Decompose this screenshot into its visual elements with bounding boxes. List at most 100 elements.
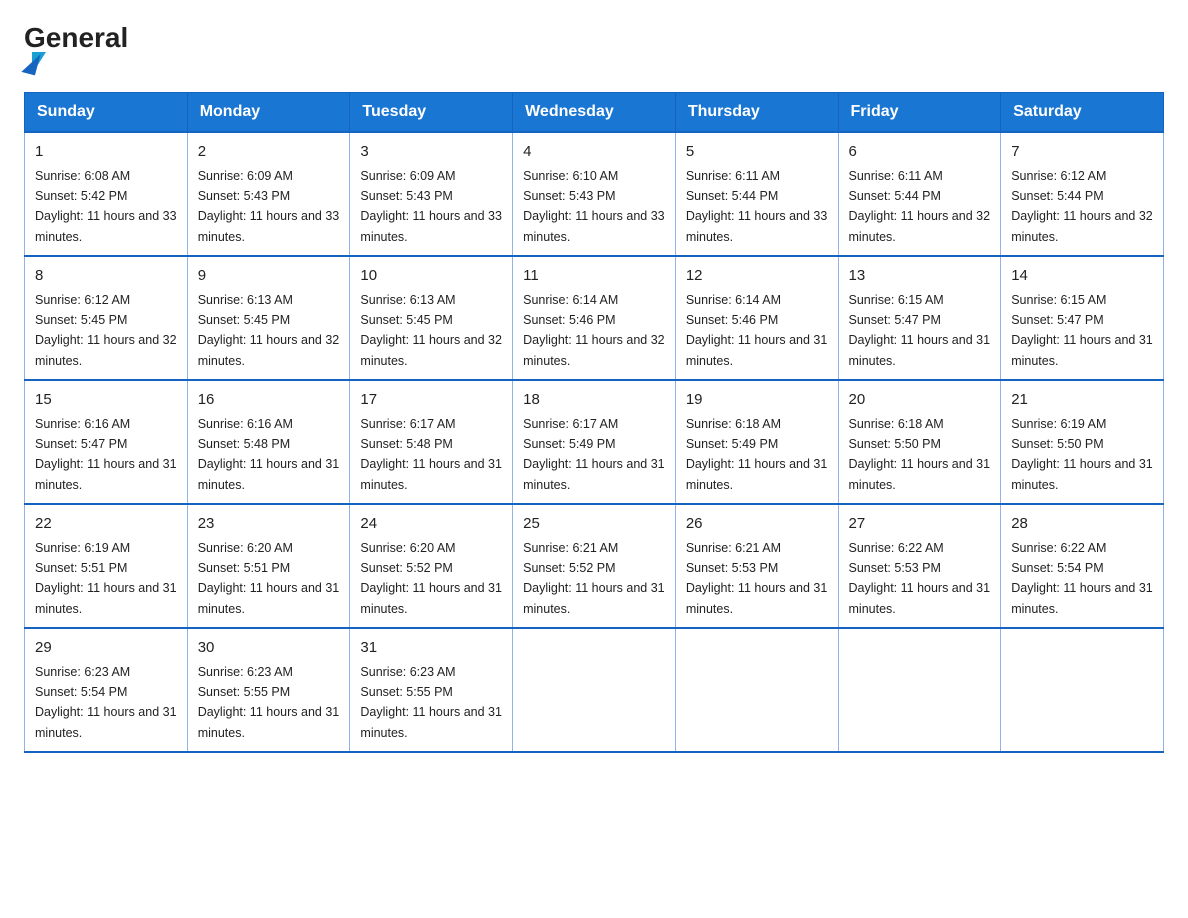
day-number: 21 [1011,389,1153,412]
calendar-cell: 8 Sunrise: 6:12 AMSunset: 5:45 PMDayligh… [25,256,188,380]
day-number: 20 [849,389,991,412]
day-number: 22 [35,513,177,536]
day-number: 8 [35,265,177,288]
day-info: Sunrise: 6:20 AMSunset: 5:52 PMDaylight:… [360,541,502,616]
day-info: Sunrise: 6:10 AMSunset: 5:43 PMDaylight:… [523,169,665,244]
day-info: Sunrise: 6:15 AMSunset: 5:47 PMDaylight:… [849,293,991,368]
calendar-week-row: 15 Sunrise: 6:16 AMSunset: 5:47 PMDaylig… [25,380,1164,504]
day-info: Sunrise: 6:16 AMSunset: 5:48 PMDaylight:… [198,417,340,492]
day-number: 12 [686,265,828,288]
page-header: General [24,24,1164,74]
calendar-week-row: 1 Sunrise: 6:08 AMSunset: 5:42 PMDayligh… [25,132,1164,256]
day-number: 3 [360,141,502,164]
day-number: 13 [849,265,991,288]
day-number: 14 [1011,265,1153,288]
day-number: 4 [523,141,665,164]
calendar-cell: 15 Sunrise: 6:16 AMSunset: 5:47 PMDaylig… [25,380,188,504]
calendar-cell: 13 Sunrise: 6:15 AMSunset: 5:47 PMDaylig… [838,256,1001,380]
day-number: 23 [198,513,340,536]
day-info: Sunrise: 6:21 AMSunset: 5:53 PMDaylight:… [686,541,828,616]
calendar-cell: 10 Sunrise: 6:13 AMSunset: 5:45 PMDaylig… [350,256,513,380]
calendar-cell: 4 Sunrise: 6:10 AMSunset: 5:43 PMDayligh… [513,132,676,256]
calendar-cell [675,628,838,752]
calendar-cell: 25 Sunrise: 6:21 AMSunset: 5:52 PMDaylig… [513,504,676,628]
calendar-week-row: 8 Sunrise: 6:12 AMSunset: 5:45 PMDayligh… [25,256,1164,380]
day-number: 19 [686,389,828,412]
day-number: 2 [198,141,340,164]
calendar-cell: 2 Sunrise: 6:09 AMSunset: 5:43 PMDayligh… [187,132,350,256]
day-info: Sunrise: 6:13 AMSunset: 5:45 PMDaylight:… [198,293,340,368]
calendar-cell: 26 Sunrise: 6:21 AMSunset: 5:53 PMDaylig… [675,504,838,628]
calendar-cell: 16 Sunrise: 6:16 AMSunset: 5:48 PMDaylig… [187,380,350,504]
day-number: 5 [686,141,828,164]
calendar-week-row: 29 Sunrise: 6:23 AMSunset: 5:54 PMDaylig… [25,628,1164,752]
day-number: 26 [686,513,828,536]
day-number: 28 [1011,513,1153,536]
weekday-header-wednesday: Wednesday [513,93,676,133]
day-info: Sunrise: 6:18 AMSunset: 5:49 PMDaylight:… [686,417,828,492]
calendar-cell: 29 Sunrise: 6:23 AMSunset: 5:54 PMDaylig… [25,628,188,752]
calendar-cell: 27 Sunrise: 6:22 AMSunset: 5:53 PMDaylig… [838,504,1001,628]
day-number: 1 [35,141,177,164]
day-info: Sunrise: 6:23 AMSunset: 5:55 PMDaylight:… [198,665,340,740]
weekday-header-friday: Friday [838,93,1001,133]
day-number: 10 [360,265,502,288]
day-info: Sunrise: 6:17 AMSunset: 5:48 PMDaylight:… [360,417,502,492]
calendar-cell: 14 Sunrise: 6:15 AMSunset: 5:47 PMDaylig… [1001,256,1164,380]
day-number: 31 [360,637,502,660]
calendar-cell: 23 Sunrise: 6:20 AMSunset: 5:51 PMDaylig… [187,504,350,628]
day-info: Sunrise: 6:09 AMSunset: 5:43 PMDaylight:… [198,169,340,244]
day-info: Sunrise: 6:19 AMSunset: 5:51 PMDaylight:… [35,541,177,616]
weekday-header-saturday: Saturday [1001,93,1164,133]
calendar-cell: 21 Sunrise: 6:19 AMSunset: 5:50 PMDaylig… [1001,380,1164,504]
day-info: Sunrise: 6:16 AMSunset: 5:47 PMDaylight:… [35,417,177,492]
calendar-cell: 11 Sunrise: 6:14 AMSunset: 5:46 PMDaylig… [513,256,676,380]
day-info: Sunrise: 6:08 AMSunset: 5:42 PMDaylight:… [35,169,177,244]
day-number: 11 [523,265,665,288]
day-info: Sunrise: 6:13 AMSunset: 5:45 PMDaylight:… [360,293,502,368]
day-info: Sunrise: 6:14 AMSunset: 5:46 PMDaylight:… [686,293,828,368]
day-info: Sunrise: 6:14 AMSunset: 5:46 PMDaylight:… [523,293,665,368]
day-info: Sunrise: 6:12 AMSunset: 5:45 PMDaylight:… [35,293,177,368]
calendar-cell: 1 Sunrise: 6:08 AMSunset: 5:42 PMDayligh… [25,132,188,256]
calendar-cell [1001,628,1164,752]
day-info: Sunrise: 6:17 AMSunset: 5:49 PMDaylight:… [523,417,665,492]
day-info: Sunrise: 6:11 AMSunset: 5:44 PMDaylight:… [849,169,991,244]
calendar-cell: 6 Sunrise: 6:11 AMSunset: 5:44 PMDayligh… [838,132,1001,256]
day-info: Sunrise: 6:15 AMSunset: 5:47 PMDaylight:… [1011,293,1153,368]
calendar-cell: 20 Sunrise: 6:18 AMSunset: 5:50 PMDaylig… [838,380,1001,504]
calendar-cell: 31 Sunrise: 6:23 AMSunset: 5:55 PMDaylig… [350,628,513,752]
day-info: Sunrise: 6:23 AMSunset: 5:54 PMDaylight:… [35,665,177,740]
calendar-cell: 17 Sunrise: 6:17 AMSunset: 5:48 PMDaylig… [350,380,513,504]
calendar-cell: 7 Sunrise: 6:12 AMSunset: 5:44 PMDayligh… [1001,132,1164,256]
weekday-header-tuesday: Tuesday [350,93,513,133]
calendar-cell: 18 Sunrise: 6:17 AMSunset: 5:49 PMDaylig… [513,380,676,504]
day-info: Sunrise: 6:22 AMSunset: 5:53 PMDaylight:… [849,541,991,616]
calendar-cell [838,628,1001,752]
calendar-cell: 3 Sunrise: 6:09 AMSunset: 5:43 PMDayligh… [350,132,513,256]
day-info: Sunrise: 6:12 AMSunset: 5:44 PMDaylight:… [1011,169,1153,244]
weekday-header-thursday: Thursday [675,93,838,133]
calendar-cell: 19 Sunrise: 6:18 AMSunset: 5:49 PMDaylig… [675,380,838,504]
calendar-cell: 12 Sunrise: 6:14 AMSunset: 5:46 PMDaylig… [675,256,838,380]
day-info: Sunrise: 6:11 AMSunset: 5:44 PMDaylight:… [686,169,828,244]
calendar-cell: 9 Sunrise: 6:13 AMSunset: 5:45 PMDayligh… [187,256,350,380]
day-number: 18 [523,389,665,412]
day-number: 17 [360,389,502,412]
logo: General [24,24,128,74]
day-number: 7 [1011,141,1153,164]
day-number: 25 [523,513,665,536]
day-info: Sunrise: 6:18 AMSunset: 5:50 PMDaylight:… [849,417,991,492]
day-number: 16 [198,389,340,412]
day-number: 9 [198,265,340,288]
day-number: 24 [360,513,502,536]
calendar-cell: 30 Sunrise: 6:23 AMSunset: 5:55 PMDaylig… [187,628,350,752]
calendar-cell: 24 Sunrise: 6:20 AMSunset: 5:52 PMDaylig… [350,504,513,628]
calendar-cell: 28 Sunrise: 6:22 AMSunset: 5:54 PMDaylig… [1001,504,1164,628]
calendar-cell: 5 Sunrise: 6:11 AMSunset: 5:44 PMDayligh… [675,132,838,256]
day-number: 27 [849,513,991,536]
weekday-header-sunday: Sunday [25,93,188,133]
calendar-cell: 22 Sunrise: 6:19 AMSunset: 5:51 PMDaylig… [25,504,188,628]
day-number: 6 [849,141,991,164]
logo-general-text: General [24,24,128,52]
